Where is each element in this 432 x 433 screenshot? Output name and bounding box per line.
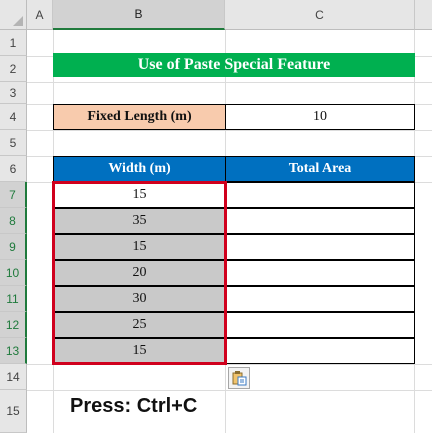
row-header-8[interactable]: 8	[0, 208, 27, 234]
total-area-cell[interactable]	[225, 208, 415, 234]
row-header-13[interactable]: 13	[0, 338, 27, 364]
column-header-b[interactable]: B	[53, 0, 225, 30]
paste-options-icon	[232, 371, 247, 386]
row-header-3[interactable]: 3	[0, 82, 27, 104]
fixed-length-label[interactable]: Fixed Length (m)	[53, 104, 226, 130]
column-header-filler	[415, 0, 432, 30]
row-header-7[interactable]: 7	[0, 182, 27, 208]
title-cell[interactable]: Use of Paste Special Feature	[53, 53, 415, 77]
row-header-10[interactable]: 10	[0, 260, 27, 286]
copy-marquee	[52, 181, 227, 365]
row-header-15[interactable]: 15	[0, 390, 27, 433]
total-area-header[interactable]: Total Area	[225, 156, 415, 182]
paste-options-button[interactable]	[228, 367, 250, 389]
total-area-cell[interactable]	[225, 182, 415, 208]
fixed-length-value[interactable]: 10	[225, 104, 415, 130]
total-area-cell[interactable]	[225, 260, 415, 286]
gridline	[27, 390, 432, 391]
total-area-cell[interactable]	[225, 312, 415, 338]
row-header-14[interactable]: 14	[0, 364, 27, 390]
total-area-cell[interactable]	[225, 338, 415, 364]
instruction-text: Press: Ctrl+C	[70, 395, 198, 417]
row-header-5[interactable]: 5	[0, 130, 27, 156]
row-header-6[interactable]: 6	[0, 156, 27, 182]
width-header[interactable]: Width (m)	[53, 156, 226, 182]
gridline	[27, 82, 432, 83]
select-all-triangle-icon	[13, 16, 23, 26]
total-area-cell[interactable]	[225, 286, 415, 312]
row-header-12[interactable]: 12	[0, 312, 27, 338]
row-header-9[interactable]: 9	[0, 234, 27, 260]
row-header-4[interactable]: 4	[0, 104, 27, 130]
column-header-a[interactable]: A	[27, 0, 53, 30]
select-all-corner[interactable]	[0, 0, 27, 30]
row-header-2[interactable]: 2	[0, 56, 27, 82]
gridline	[27, 130, 432, 131]
row-header-11[interactable]: 11	[0, 286, 27, 312]
column-header-c[interactable]: C	[225, 0, 415, 30]
row-header-1[interactable]: 1	[0, 30, 27, 56]
total-area-cell[interactable]	[225, 234, 415, 260]
